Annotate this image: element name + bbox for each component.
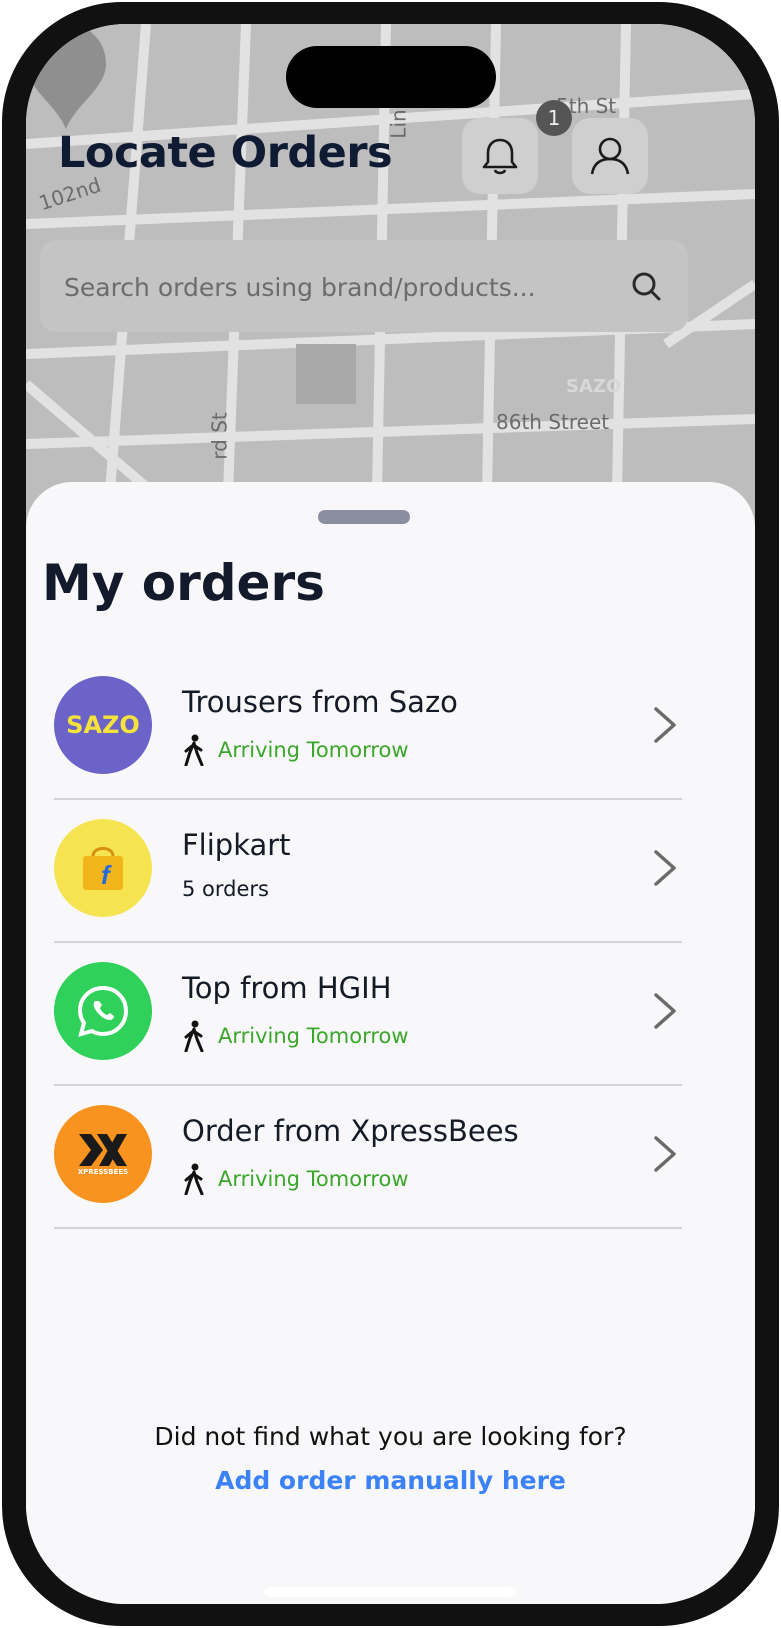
order-row-sazo[interactable]: SAZO Trousers from Sazo Arriving Tomorro… (54, 657, 682, 800)
chevron-right-icon[interactable] (652, 991, 678, 1031)
sazo-logo: SAZO (54, 676, 152, 774)
xpressbees-mark-icon (79, 1134, 127, 1166)
sheet-title: My orders (42, 554, 325, 612)
order-status: Arriving Tomorrow (218, 738, 409, 762)
chevron-right-icon[interactable] (652, 705, 678, 745)
dynamic-island (286, 46, 496, 108)
walking-icon (184, 1163, 204, 1195)
footer-question: Did not find what you are looking for? (154, 1422, 627, 1451)
order-status-line: Arriving Tomorrow (182, 734, 409, 766)
screen: 102nd Lin 5th St rd St 86th Street SAZO … (26, 24, 755, 1604)
order-status: Arriving Tomorrow (218, 1167, 409, 1191)
bell-icon (482, 138, 518, 175)
order-name: Trousers from Sazo (182, 685, 458, 719)
order-row-xpressbees[interactable]: XPRESSBEES Order from XpressBees Arrivin… (54, 1086, 682, 1229)
map-pin-label: SAZO (566, 376, 622, 397)
user-icon (590, 137, 630, 175)
order-count: 5 orders (182, 877, 269, 901)
xpressbees-logo: XPRESSBEES (54, 1105, 152, 1203)
profile-button[interactable] (572, 118, 648, 194)
chevron-right-icon[interactable] (652, 848, 678, 888)
flipkart-logo: f (54, 819, 152, 917)
order-name: Order from XpressBees (182, 1114, 519, 1148)
orders-list: SAZO Trousers from Sazo Arriving Tomorro… (54, 657, 682, 1229)
shopping-bag-icon: f (83, 847, 123, 890)
whatsapp-logo (54, 962, 152, 1060)
order-status-line: 5 orders (182, 877, 269, 901)
add-order-manually-link[interactable]: Add order manually here (26, 1466, 755, 1495)
notifications-button[interactable] (462, 118, 538, 194)
whatsapp-icon (77, 985, 129, 1037)
sheet-handle[interactable] (318, 510, 410, 524)
search-input[interactable] (62, 262, 626, 312)
order-status-line: Arriving Tomorrow (182, 1020, 409, 1052)
phone-frame: 102nd Lin 5th St rd St 86th Street SAZO … (2, 2, 779, 1626)
walking-icon (184, 734, 204, 766)
walking-icon (184, 1020, 204, 1052)
order-row-flipkart[interactable]: f Flipkart 5 orders (54, 800, 682, 943)
notification-badge: 1 (536, 100, 572, 136)
street-label: rd St (207, 412, 232, 460)
page-title: Locate Orders (58, 128, 393, 178)
order-name: Top from HGIH (182, 971, 392, 1005)
home-indicator[interactable] (264, 1587, 516, 1597)
map-pin-icon[interactable] (26, 24, 106, 134)
order-name: Flipkart (182, 828, 291, 862)
order-row-hgih[interactable]: Top from HGIH Arriving Tomorrow (54, 943, 682, 1086)
order-status: Arriving Tomorrow (218, 1024, 409, 1048)
search-icon[interactable] (630, 270, 662, 302)
chevron-right-icon[interactable] (652, 1134, 678, 1174)
search-bar[interactable] (40, 240, 688, 332)
order-status-line: Arriving Tomorrow (182, 1163, 409, 1195)
street-label: 86th Street (496, 410, 610, 434)
